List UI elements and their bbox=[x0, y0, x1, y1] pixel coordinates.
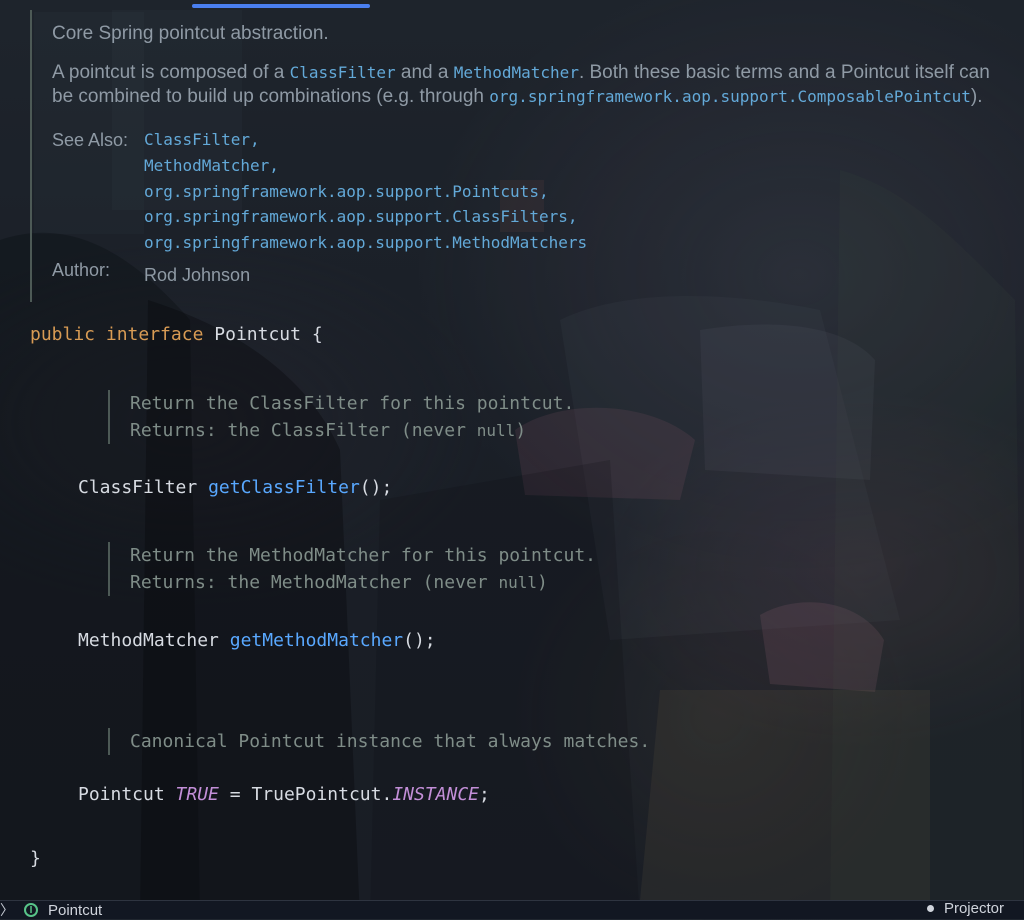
doc-description: A pointcut is composed of a ClassFilter … bbox=[52, 61, 1002, 110]
classfilter-link[interactable]: ClassFilter bbox=[290, 63, 396, 82]
doc-title: Core Spring pointcut abstraction. bbox=[52, 23, 329, 44]
active-tab-indicator bbox=[192, 4, 370, 8]
projector-label[interactable]: Projector bbox=[944, 900, 1004, 917]
classfilter-returns-line: Returns: the ClassFilter (never null) bbox=[130, 417, 830, 444]
methodmatcher-returns-suffix: ) bbox=[537, 572, 548, 593]
interface-close-brace-line[interactable]: } bbox=[30, 848, 41, 869]
doc-meta: See Also: ClassFilter, MethodMatcher, or… bbox=[52, 128, 1002, 287]
status-bar-right: Projector bbox=[926, 900, 1004, 917]
methodmatcher-return-type: MethodMatcher bbox=[78, 630, 219, 651]
true-constant-line[interactable]: Pointcut TRUE = TruePointcut.INSTANCE; bbox=[78, 784, 490, 805]
methodmatcher-doc-line: Return the MethodMatcher for this pointc… bbox=[130, 545, 596, 566]
classfilter-returns-prefix: Returns: the ClassFilter (never bbox=[130, 420, 477, 441]
composablepointcut-link[interactable]: org.springframework.aop.support.Composab… bbox=[489, 87, 971, 106]
classfilter-doc: Return the ClassFilter for this pointcut… bbox=[108, 390, 830, 444]
truepointcut-class[interactable]: TruePointcut. bbox=[251, 784, 392, 805]
see-also-classfilter-link[interactable]: ClassFilter, bbox=[144, 128, 1002, 153]
interface-keyword: interface bbox=[105, 324, 204, 345]
chevron-right-icon[interactable]: 〉 bbox=[0, 900, 14, 920]
instance-constant[interactable]: INSTANCE bbox=[392, 784, 479, 805]
classfilter-doc-line: Return the ClassFilter for this pointcut… bbox=[130, 393, 575, 414]
status-bar-left: 〉 I Pointcut bbox=[0, 900, 102, 920]
methodmatcher-doc: Return the MethodMatcher for this pointc… bbox=[108, 542, 830, 596]
truepointcut-doc: Canonical Pointcut instance that always … bbox=[108, 728, 830, 755]
methodmatcher-returns-prefix: Returns: the MethodMatcher (never bbox=[130, 572, 499, 593]
projector-dot-icon bbox=[926, 905, 934, 912]
doc-description-and: and a bbox=[395, 61, 454, 83]
interface-icon: I bbox=[24, 903, 38, 917]
interface-javadoc: Core Spring pointcut abstraction. A poin… bbox=[52, 22, 1002, 287]
methodmatcher-call-suffix: (); bbox=[403, 630, 436, 651]
interface-declaration-line[interactable]: public interface Pointcut { bbox=[30, 324, 323, 345]
classfilter-null-text: null bbox=[476, 421, 516, 440]
see-also-methodmatchers-link[interactable]: org.springframework.aop.support.MethodMa… bbox=[144, 231, 1002, 256]
true-constant[interactable]: TRUE bbox=[176, 784, 219, 805]
see-also-pointcuts-link[interactable]: org.springframework.aop.support.Pointcut… bbox=[144, 180, 1002, 205]
assignment-operator: = bbox=[229, 784, 241, 805]
pointcut-type: Pointcut bbox=[78, 784, 165, 805]
truepointcut-doc-line: Canonical Pointcut instance that always … bbox=[130, 731, 651, 752]
author-value: Rod Johnson bbox=[144, 265, 251, 286]
classfilter-return-type: ClassFilter bbox=[78, 477, 198, 498]
doc-description-prefix: A pointcut is composed of a bbox=[52, 61, 290, 83]
statement-end: ; bbox=[479, 784, 490, 805]
see-also-label: See Also: bbox=[52, 130, 129, 151]
getclassfilter-method[interactable]: getClassFilter bbox=[208, 477, 360, 498]
doc-block-guide bbox=[30, 10, 32, 302]
methodmatcher-link[interactable]: MethodMatcher bbox=[454, 63, 579, 82]
classfilter-method-line[interactable]: ClassFilter getClassFilter(); bbox=[78, 477, 392, 498]
methodmatcher-returns-line: Returns: the MethodMatcher (never null) bbox=[130, 569, 830, 596]
see-also-list: ClassFilter, MethodMatcher, org.springfr… bbox=[144, 128, 1002, 256]
interface-open-brace: { bbox=[311, 324, 323, 345]
methodmatcher-null-text: null bbox=[498, 573, 537, 592]
status-bar: 〉 I Pointcut Projector bbox=[0, 900, 1024, 919]
classfilter-call-suffix: (); bbox=[359, 477, 393, 498]
status-bar-file-label[interactable]: Pointcut bbox=[48, 902, 102, 919]
interface-name: Pointcut bbox=[214, 324, 301, 345]
interface-close-brace: } bbox=[30, 848, 41, 869]
doc-description-suffix: ). bbox=[970, 86, 983, 108]
see-also-methodmatcher-link[interactable]: MethodMatcher, bbox=[144, 154, 1002, 179]
public-keyword: public bbox=[30, 324, 96, 345]
classfilter-returns-suffix: ) bbox=[515, 420, 527, 441]
methodmatcher-method-line[interactable]: MethodMatcher getMethodMatcher(); bbox=[78, 630, 436, 651]
author-label: Author: bbox=[52, 260, 111, 281]
see-also-classfilters-link[interactable]: org.springframework.aop.support.ClassFil… bbox=[144, 205, 1002, 230]
getmethodmatcher-method[interactable]: getMethodMatcher bbox=[230, 630, 403, 651]
